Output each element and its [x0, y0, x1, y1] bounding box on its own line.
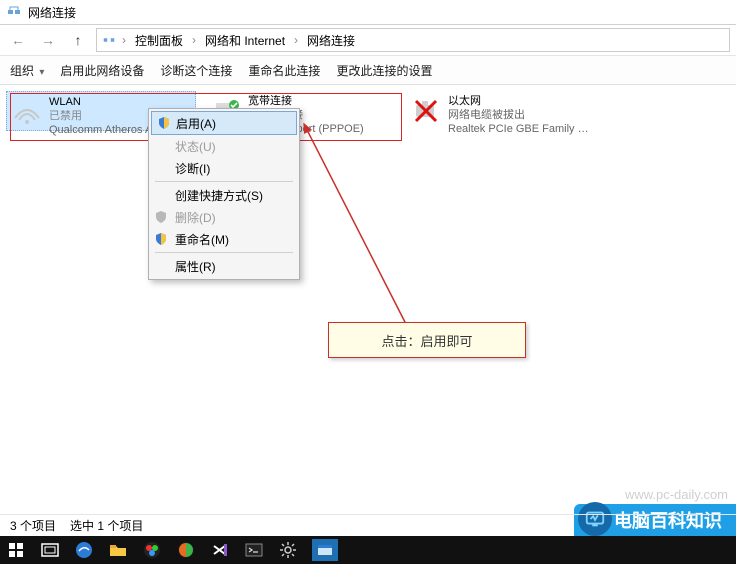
chevron-down-icon: ▾ — [39, 67, 44, 78]
adapter-status: 网络电缆被拔出 — [448, 109, 592, 123]
taskbar-active-window-icon[interactable] — [312, 539, 338, 561]
toolbar-change-settings[interactable]: 更改此连接的设置 — [336, 62, 432, 79]
task-view-button[interactable] — [40, 540, 60, 560]
taskbar-app-icon-2[interactable] — [176, 540, 196, 560]
breadcrumb-sep: › — [291, 33, 301, 47]
menu-separator — [155, 181, 293, 182]
context-menu-create-shortcut[interactable]: 创建快捷方式(S) — [149, 184, 299, 206]
address-bar: ← → ↑ › 控制面板 › 网络和 Internet › 网络连接 — [0, 25, 736, 56]
breadcrumb-sep: › — [119, 33, 129, 47]
context-menu-enable[interactable]: 启用(A) — [151, 111, 297, 135]
nav-forward-button: → — [36, 28, 60, 52]
context-menu-diagnose-label: 诊断(I) — [175, 160, 210, 177]
start-button[interactable] — [6, 540, 26, 560]
toolbar-organize-label: 组织 — [10, 64, 34, 78]
taskbar-visual-studio-icon[interactable] — [210, 540, 230, 560]
status-bar: 3 个项目 选中 1 个项目 — [0, 514, 736, 536]
context-menu-rename[interactable]: 重命名(M) — [149, 228, 299, 250]
taskbar-app-icon-1[interactable] — [142, 540, 162, 560]
wifi-disabled-icon — [11, 96, 43, 128]
context-menu-status: 状态(U) — [149, 135, 299, 157]
context-menu-create-shortcut-label: 创建快捷方式(S) — [175, 187, 263, 204]
adapter-name: 以太网 — [448, 95, 592, 109]
toolbar-rename[interactable]: 重命名此连接 — [248, 62, 320, 79]
breadcrumb-control-panel[interactable]: 控制面板 — [131, 30, 187, 51]
context-menu-status-label: 状态(U) — [175, 138, 216, 155]
ethernet-unplugged-icon — [410, 95, 442, 127]
context-menu-delete: 删除(D) — [149, 206, 299, 228]
shield-icon — [153, 209, 169, 225]
menu-separator — [155, 252, 293, 253]
shield-icon — [156, 115, 172, 131]
taskbar-terminal-icon[interactable] — [244, 540, 264, 560]
adapter-ethernet[interactable]: 以太网 网络电缆被拔出 Realtek PCIe GBE Family Cont… — [406, 91, 596, 131]
watermark-url: www.pc-daily.com — [625, 487, 728, 502]
context-menu-properties[interactable]: 属性(R) — [149, 255, 299, 277]
breadcrumb-icon — [101, 32, 117, 48]
toolbar-diagnose[interactable]: 诊断这个连接 — [160, 62, 232, 79]
taskbar — [0, 536, 736, 564]
status-item-count: 3 个项目 — [10, 517, 56, 534]
breadcrumb-network-internet[interactable]: 网络和 Internet — [201, 30, 289, 51]
context-menu: 启用(A) 状态(U) 诊断(I) 创建快捷方式(S) 删除(D) 重命名(M)… — [148, 108, 300, 280]
adapter-device: Realtek PCIe GBE Family Contr... — [448, 123, 592, 137]
breadcrumb-network-connections[interactable]: 网络连接 — [303, 30, 359, 51]
annotation-text: 点击：启用即可 — [381, 331, 472, 350]
context-menu-delete-label: 删除(D) — [175, 209, 216, 226]
breadcrumb-sep: › — [189, 33, 199, 47]
nav-back-button[interactable]: ← — [6, 28, 30, 52]
command-toolbar: 组织 ▾ 启用此网络设备 诊断这个连接 重命名此连接 更改此连接的设置 — [0, 56, 736, 85]
toolbar-organize[interactable]: 组织 ▾ — [10, 62, 44, 79]
toolbar-enable-adapter[interactable]: 启用此网络设备 — [60, 62, 144, 79]
content-area: WLAN 已禁用 Qualcomm Atheros AR... 宽带连接 已断开… — [0, 85, 736, 517]
taskbar-file-explorer-icon[interactable] — [108, 540, 128, 560]
context-menu-enable-label: 启用(A) — [176, 115, 216, 132]
breadcrumb[interactable]: › 控制面板 › 网络和 Internet › 网络连接 — [96, 28, 730, 52]
app-icon — [6, 4, 22, 20]
taskbar-edge-icon[interactable] — [74, 540, 94, 560]
annotation-callout: 点击：启用即可 — [328, 322, 526, 358]
status-selected-count: 选中 1 个项目 — [70, 517, 143, 534]
window-title: 网络连接 — [28, 4, 76, 21]
context-menu-rename-label: 重命名(M) — [175, 231, 229, 248]
context-menu-properties-label: 属性(R) — [175, 258, 216, 275]
adapter-name: 宽带连接 — [248, 95, 364, 109]
nav-up-button[interactable]: ↑ — [66, 28, 90, 52]
taskbar-settings-icon[interactable] — [278, 540, 298, 560]
context-menu-diagnose[interactable]: 诊断(I) — [149, 157, 299, 179]
shield-icon — [153, 231, 169, 247]
